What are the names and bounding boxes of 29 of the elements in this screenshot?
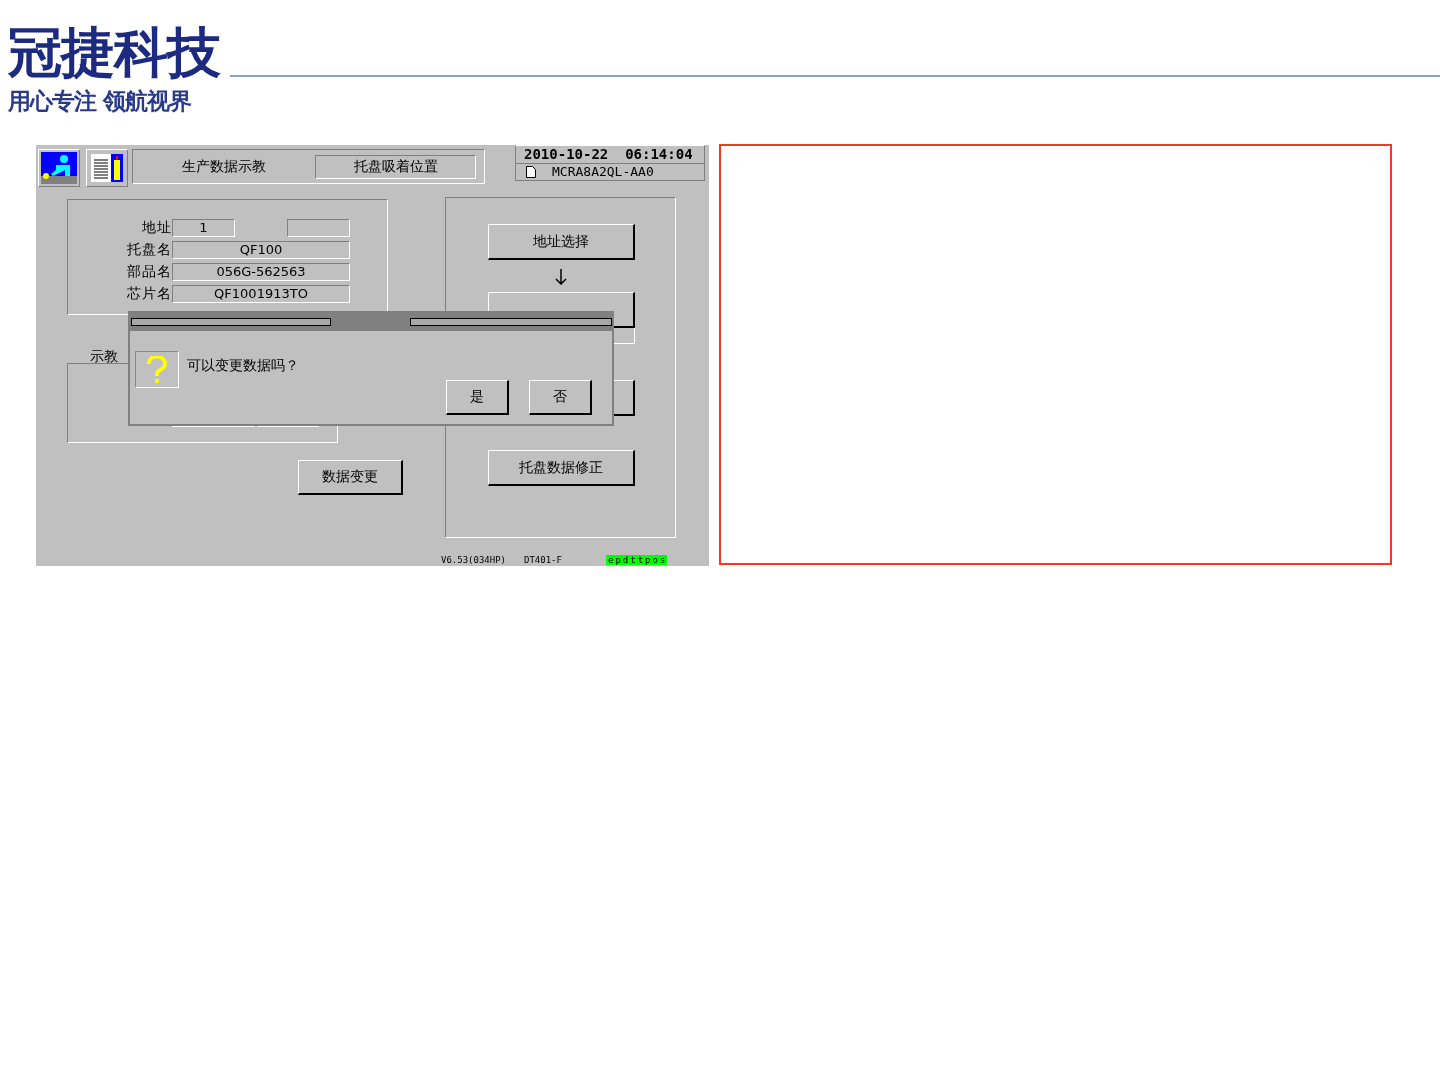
yes-button[interactable]: 是 bbox=[446, 380, 509, 415]
version-text: V6.53(034HP) bbox=[441, 555, 507, 565]
dialog-message: 可以变更数据吗？ bbox=[187, 357, 299, 375]
tray-data-button[interactable]: 托盘数据修正 bbox=[488, 450, 635, 486]
operator-icon[interactable] bbox=[38, 149, 80, 187]
address-select-button[interactable]: 地址选择 bbox=[488, 224, 635, 260]
field-label: 托盘名 bbox=[126, 241, 172, 259]
value-field[interactable]: 056G-562563 bbox=[172, 263, 350, 281]
change-data-button[interactable]: 数据变更 bbox=[298, 460, 403, 495]
value-field[interactable]: QF1001913TO bbox=[172, 285, 350, 303]
model-text: DT401-F bbox=[524, 555, 562, 565]
logo-slogan: 用心专注 领航视界 bbox=[8, 87, 193, 116]
question-icon bbox=[135, 351, 179, 388]
value-field[interactable]: QF100 bbox=[172, 241, 350, 259]
datetime: 2010-10-22 06:14:04 bbox=[516, 146, 704, 164]
field-label: 芯片名 bbox=[126, 285, 172, 303]
screen-title: 生产数据示教 bbox=[181, 157, 267, 176]
subtitle-field: 托盘吸着位置 bbox=[315, 154, 476, 179]
file-name: MCRA8A2QL-AA0 bbox=[552, 164, 654, 180]
logo-name: 冠捷科技 bbox=[8, 20, 222, 86]
field-label: 部品名 bbox=[126, 263, 172, 281]
down-arrow-icon bbox=[555, 269, 567, 285]
status-code: epdttpos bbox=[605, 555, 668, 565]
file-icon bbox=[526, 166, 536, 178]
field-label: 地址 bbox=[141, 219, 172, 237]
no-button[interactable]: 否 bbox=[529, 380, 592, 415]
value-field[interactable]: 1 bbox=[172, 219, 235, 237]
empty-field[interactable] bbox=[287, 219, 350, 237]
document-icon[interactable] bbox=[86, 149, 128, 187]
